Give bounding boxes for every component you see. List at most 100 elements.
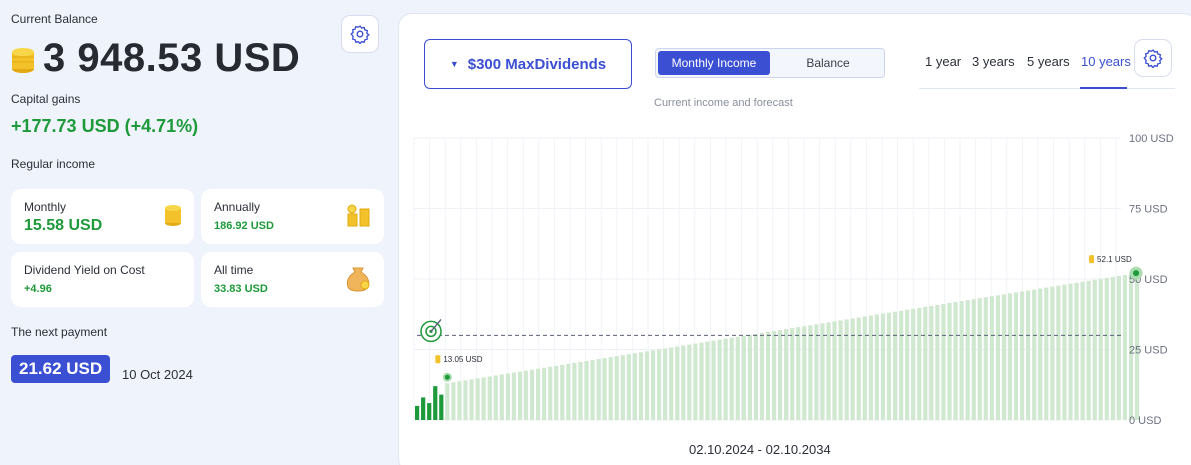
all-time-title: All time <box>214 263 254 277</box>
forecast-income-bar <box>1026 290 1031 420</box>
forecast-income-bar <box>469 379 474 420</box>
period-10-years[interactable]: 10 years <box>1081 54 1131 69</box>
forecast-income-bar <box>644 351 650 420</box>
monthly-income-card: Monthly 15.58 USD <box>11 189 194 244</box>
actual-income-bar <box>433 386 438 420</box>
forecast-income-bar <box>572 362 577 420</box>
forecast-income-bar <box>892 311 898 420</box>
forecast-income-bar <box>560 364 565 420</box>
forecast-income-bar <box>753 333 758 420</box>
forecast-income-bar <box>965 300 970 420</box>
coin-icon <box>1089 255 1095 264</box>
forecast-income-bar <box>802 326 807 420</box>
portfolio-select-button[interactable]: ▼ $300 MaxDividends <box>424 39 632 89</box>
forecast-income-bar <box>814 324 819 420</box>
all-time-value: 33.83 USD <box>214 283 268 295</box>
forecast-income-bar <box>1032 289 1037 420</box>
forecast-income-bar <box>487 376 492 420</box>
forecast-income-bar <box>1020 291 1025 420</box>
current-balance-value: 3 948.53 USD <box>43 36 301 80</box>
gear-icon <box>1143 49 1163 68</box>
forecast-income-bar <box>675 346 680 420</box>
forecast-income-bar <box>941 303 946 420</box>
period-5-years[interactable]: 5 years <box>1027 54 1070 69</box>
monthly-value: 15.58 USD <box>24 217 103 234</box>
forecast-income-bar <box>995 295 1000 420</box>
forecast-income-bar <box>778 330 783 420</box>
forecast-income-bar <box>905 309 910 420</box>
forecast-income-bar <box>826 322 831 420</box>
forecast-income-bar <box>1007 293 1013 420</box>
actual-income-bar <box>439 394 444 420</box>
forecast-income-bar <box>856 317 861 420</box>
forecast-income-bar <box>899 310 904 420</box>
forecast-income-bar <box>911 308 916 420</box>
forecast-income-bar <box>983 297 988 420</box>
forecast-income-bar <box>765 332 771 420</box>
chart-settings-button[interactable] <box>1134 39 1172 77</box>
start-marker <box>444 374 450 380</box>
view-toggle: Monthly Income Balance <box>655 48 885 78</box>
forecast-income-bar <box>705 341 710 420</box>
forecast-income-bar <box>687 344 692 420</box>
tab-balance[interactable]: Balance <box>772 49 884 77</box>
y-tick-label: 75 USD <box>1129 204 1168 216</box>
forecast-income-bar <box>832 321 837 420</box>
forecast-income-bar <box>886 312 892 420</box>
forecast-income-bar <box>554 365 559 420</box>
forecast-income-bar <box>735 336 740 420</box>
start-value-label: 13.05 USD <box>443 355 482 364</box>
forecast-income-bar <box>935 304 940 420</box>
current-balance-label: Current Balance <box>11 12 98 26</box>
current-balance: 3 948.53 USD <box>11 36 300 81</box>
forecast-income-bar <box>620 355 625 420</box>
forecast-income-bar <box>1098 278 1103 420</box>
forecast-income-bar <box>874 314 879 420</box>
forecast-income-bar <box>1116 275 1121 420</box>
yield-title: Dividend Yield on Cost <box>24 263 145 277</box>
forecast-income-bar <box>566 363 571 420</box>
coin-stack-icon <box>12 47 34 73</box>
forecast-income-bar <box>1086 280 1091 420</box>
forecast-income-bar <box>790 328 795 420</box>
forecast-income-bar <box>529 369 535 420</box>
y-tick-label: 0 USD <box>1129 415 1161 426</box>
gear-icon <box>350 25 370 44</box>
balance-settings-button[interactable] <box>341 15 379 53</box>
forecast-income-bar <box>759 332 765 420</box>
forecast-income-bar <box>626 354 631 420</box>
forecast-income-bar <box>505 373 510 420</box>
forecast-income-bar <box>493 375 498 420</box>
forecast-income-bar <box>989 296 994 420</box>
income-bar-chart: 100 USD75 USD50 USD25 USD0 USD 13.05 USD… <box>413 133 1174 426</box>
forecast-income-bar <box>711 340 716 420</box>
forecast-income-bar <box>929 305 934 420</box>
forecast-income-bar <box>784 329 789 420</box>
y-tick-label: 25 USD <box>1129 345 1168 357</box>
tab-monthly-income[interactable]: Monthly Income <box>658 51 770 75</box>
period-1-year[interactable]: 1 year <box>925 54 961 69</box>
forecast-income-bar <box>608 357 613 420</box>
forecast-income-bar <box>796 327 801 420</box>
coin-piles-icon <box>347 204 370 227</box>
forecast-income-bar <box>771 331 777 420</box>
forecast-income-bar <box>614 356 619 420</box>
period-3-years[interactable]: 3 years <box>972 54 1015 69</box>
forecast-income-bar <box>1013 292 1019 420</box>
forecast-income-bar <box>542 367 547 420</box>
actual-income-bar <box>421 397 426 420</box>
forecast-income-bar <box>1122 275 1128 420</box>
forecast-income-bar <box>947 303 952 420</box>
forecast-income-bar <box>663 348 668 420</box>
actual-income-bar <box>427 403 432 420</box>
active-period-indicator <box>1080 87 1127 89</box>
forecast-income-bar <box>880 313 886 420</box>
next-payment-label: The next payment <box>11 325 108 339</box>
forecast-income-bar <box>808 325 813 420</box>
chart-subtitle: Current income and forecast <box>654 97 793 109</box>
forecast-income-bar <box>1110 276 1115 420</box>
forecast-income-bar <box>511 372 516 420</box>
annually-title: Annually <box>214 200 261 214</box>
forecast-income-bar <box>953 302 958 420</box>
forecast-income-bar <box>850 318 855 420</box>
